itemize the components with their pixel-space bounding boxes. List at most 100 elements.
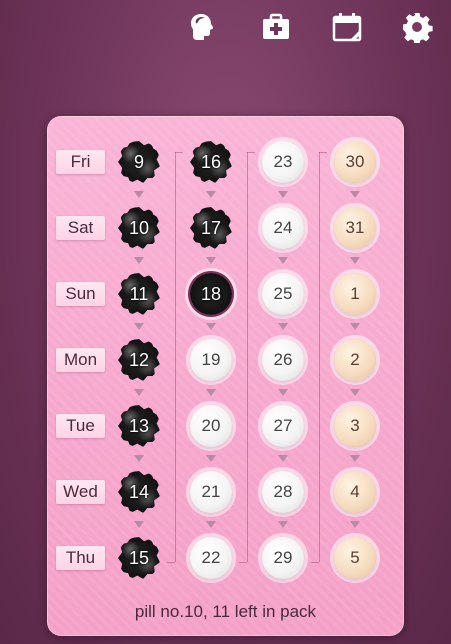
pill-30-placebo[interactable]: 30 xyxy=(334,141,376,183)
pill-2-placebo[interactable]: 2 xyxy=(334,339,376,381)
pill-number: 21 xyxy=(201,482,221,501)
pill-13-taken[interactable]: 13 xyxy=(118,405,160,447)
calendar-icon[interactable] xyxy=(330,10,364,44)
pill-number: 16 xyxy=(200,151,222,172)
gear-icon[interactable] xyxy=(400,10,434,44)
pill-18-current[interactable]: 18 xyxy=(190,273,232,315)
pill-24-white[interactable]: 24 xyxy=(262,207,304,249)
day-label-sat: Sat xyxy=(56,216,105,240)
pill-number: 3 xyxy=(350,416,360,435)
pill-number: 13 xyxy=(128,415,150,436)
pill-28-white[interactable]: 28 xyxy=(262,471,304,513)
pill-number: 14 xyxy=(128,481,150,502)
pill-number: 4 xyxy=(350,482,360,501)
pill-number: 9 xyxy=(133,151,144,172)
column-connector-line xyxy=(167,562,175,563)
pill-12-taken[interactable]: 12 xyxy=(118,339,160,381)
pill-number: 30 xyxy=(345,152,365,171)
down-arrow-icon xyxy=(278,257,288,264)
column-connector-line xyxy=(319,152,320,562)
column-connector-line xyxy=(247,152,255,153)
pill-11-taken[interactable]: 11 xyxy=(118,273,160,315)
down-arrow-icon xyxy=(134,191,144,198)
pill-pack: Fri Sat Sun Mon Tue Wed Thu 9 10 11 12 13 14 15 16 17 1… xyxy=(47,116,404,636)
pill-27-white[interactable]: 27 xyxy=(262,405,304,447)
column-connector-line xyxy=(247,152,248,562)
down-arrow-icon xyxy=(278,521,288,528)
column-connector-line xyxy=(175,152,176,562)
day-label-fri: Fri xyxy=(56,150,105,174)
pill-31-placebo[interactable]: 31 xyxy=(334,207,376,249)
pill-number: 17 xyxy=(200,217,222,238)
pill-10-taken[interactable]: 10 xyxy=(118,207,160,249)
pill-number: 12 xyxy=(128,349,150,370)
pill-22-white[interactable]: 22 xyxy=(190,537,232,579)
pill-number: 22 xyxy=(201,548,221,567)
pill-9-taken[interactable]: 9 xyxy=(118,141,160,183)
pill-16-taken[interactable]: 16 xyxy=(190,141,232,183)
pill-number: 31 xyxy=(345,218,365,237)
down-arrow-icon xyxy=(278,323,288,330)
pill-number: 28 xyxy=(273,482,293,501)
first-aid-kit-icon-graphic xyxy=(263,13,289,39)
pill-14-taken[interactable]: 14 xyxy=(118,471,160,513)
pill-25-white[interactable]: 25 xyxy=(262,273,304,315)
pill-5-placebo[interactable]: 5 xyxy=(334,537,376,579)
column-connector-line xyxy=(319,152,327,153)
column-connector-line xyxy=(311,562,319,563)
pill-number: 2 xyxy=(350,350,360,369)
pill-number: 26 xyxy=(273,350,293,369)
down-arrow-icon xyxy=(278,191,288,198)
pill-4-placebo[interactable]: 4 xyxy=(334,471,376,513)
pill-number: 25 xyxy=(273,284,293,303)
down-arrow-icon xyxy=(134,455,144,462)
column-connector-line xyxy=(175,152,183,153)
pill-number: 11 xyxy=(129,283,149,304)
pill-number: 20 xyxy=(201,416,221,435)
day-label-tue: Tue xyxy=(56,414,105,438)
pill-21-white[interactable]: 21 xyxy=(190,471,232,513)
pill-15-taken[interactable]: 15 xyxy=(118,537,160,579)
pill-number: 23 xyxy=(273,152,293,171)
down-arrow-icon xyxy=(278,389,288,396)
down-arrow-icon xyxy=(278,455,288,462)
day-label-wed: Wed xyxy=(56,480,105,504)
down-arrow-icon xyxy=(350,389,360,396)
column-connector-line xyxy=(239,562,247,563)
down-arrow-icon xyxy=(134,521,144,528)
pill-20-white[interactable]: 20 xyxy=(190,405,232,447)
pill-number: 19 xyxy=(201,350,221,369)
down-arrow-icon xyxy=(206,521,216,528)
pill-19-white[interactable]: 19 xyxy=(190,339,232,381)
pill-3-placebo[interactable]: 3 xyxy=(334,405,376,447)
down-arrow-icon xyxy=(350,257,360,264)
down-arrow-icon xyxy=(350,191,360,198)
pill-number: 5 xyxy=(350,548,360,567)
profile-head-icon[interactable] xyxy=(186,10,220,44)
pill-23-white[interactable]: 23 xyxy=(262,141,304,183)
down-arrow-icon xyxy=(206,323,216,330)
pill-17-taken[interactable]: 17 xyxy=(190,207,232,249)
first-aid-kit-icon[interactable] xyxy=(259,10,293,44)
pill-number: 24 xyxy=(273,218,293,237)
day-label-sun: Sun xyxy=(56,282,105,306)
down-arrow-icon xyxy=(134,323,144,330)
pack-status-text: pill no.10, 11 left in pack xyxy=(134,602,317,621)
down-arrow-icon xyxy=(206,257,216,264)
pill-number: 27 xyxy=(273,416,293,435)
profile-head-icon-graphic xyxy=(191,14,213,40)
pill-number: 15 xyxy=(128,547,150,568)
pill-number: 18 xyxy=(200,283,222,304)
pill-29-white[interactable]: 29 xyxy=(262,537,304,579)
pill-number: 10 xyxy=(128,217,150,238)
pill-26-white[interactable]: 26 xyxy=(262,339,304,381)
down-arrow-icon xyxy=(206,191,216,198)
day-label-mon: Mon xyxy=(56,348,105,372)
calendar-icon-graphic xyxy=(332,13,362,42)
pill-number: 29 xyxy=(273,548,293,567)
pill-1-placebo[interactable]: 1 xyxy=(334,273,376,315)
down-arrow-icon xyxy=(350,323,360,330)
down-arrow-icon xyxy=(206,455,216,462)
down-arrow-icon xyxy=(206,389,216,396)
pill-number: 1 xyxy=(350,284,360,303)
